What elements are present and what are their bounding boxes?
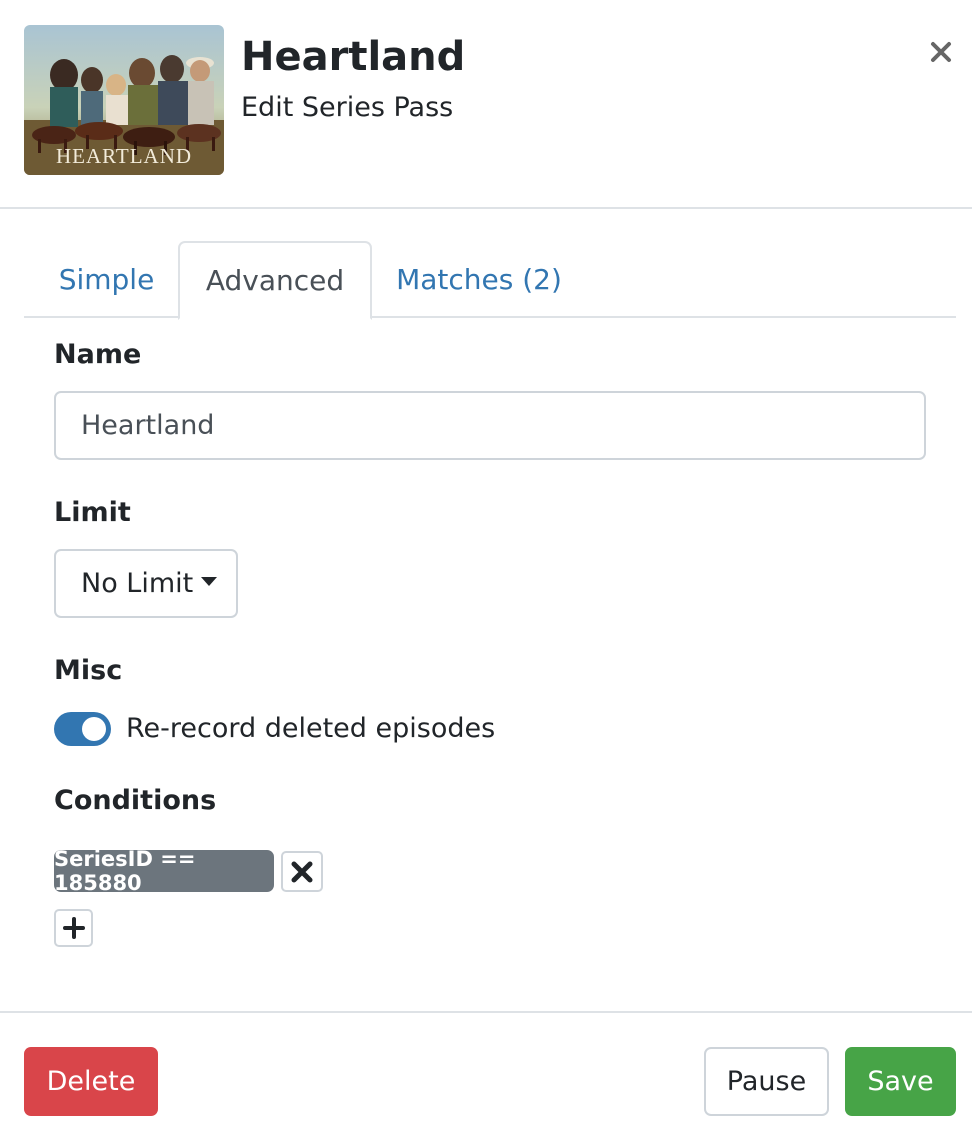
delete-button[interactable]: Delete xyxy=(24,1047,158,1116)
close-icon xyxy=(931,42,951,62)
tab-advanced[interactable]: Advanced xyxy=(178,241,372,320)
conditions-label: Conditions xyxy=(54,785,217,816)
limit-dropdown[interactable]: No Limit xyxy=(54,549,238,618)
save-button[interactable]: Save xyxy=(845,1047,956,1116)
poster-caption: HEARTLAND xyxy=(56,144,192,168)
series-poster: HEARTLAND xyxy=(24,25,224,175)
limit-label: Limit xyxy=(54,497,131,528)
close-button[interactable] xyxy=(922,33,960,71)
condition-badge: SeriesID == 185880 xyxy=(54,847,274,895)
misc-label: Misc xyxy=(54,655,123,686)
tab-bar: Simple Advanced Matches (2) xyxy=(24,241,956,320)
add-condition-button[interactable] xyxy=(54,909,93,947)
remove-condition-button[interactable] xyxy=(281,851,323,892)
tab-simple[interactable]: Simple xyxy=(34,241,179,318)
toggle-knob xyxy=(82,717,106,741)
pause-button[interactable]: Pause xyxy=(704,1047,829,1116)
series-pass-modal: HEARTLAND Heartland Edit Series Pass Sim… xyxy=(0,0,972,1138)
name-label: Name xyxy=(54,339,142,370)
caret-down-icon xyxy=(201,577,218,586)
tab-matches[interactable]: Matches (2) xyxy=(384,241,574,318)
modal-title: Heartland xyxy=(241,34,466,80)
rerecord-label: Re-record deleted episodes xyxy=(126,713,496,744)
modal-subtitle: Edit Series Pass xyxy=(241,92,454,123)
modal-footer: Delete Pause Save xyxy=(0,1011,972,1138)
remove-condition-icon xyxy=(291,861,313,882)
rerecord-toggle[interactable] xyxy=(54,712,111,746)
name-input[interactable] xyxy=(54,391,926,460)
plus-icon xyxy=(62,917,85,939)
limit-value: No Limit xyxy=(81,568,194,599)
modal-header: HEARTLAND Heartland Edit Series Pass xyxy=(0,0,972,209)
